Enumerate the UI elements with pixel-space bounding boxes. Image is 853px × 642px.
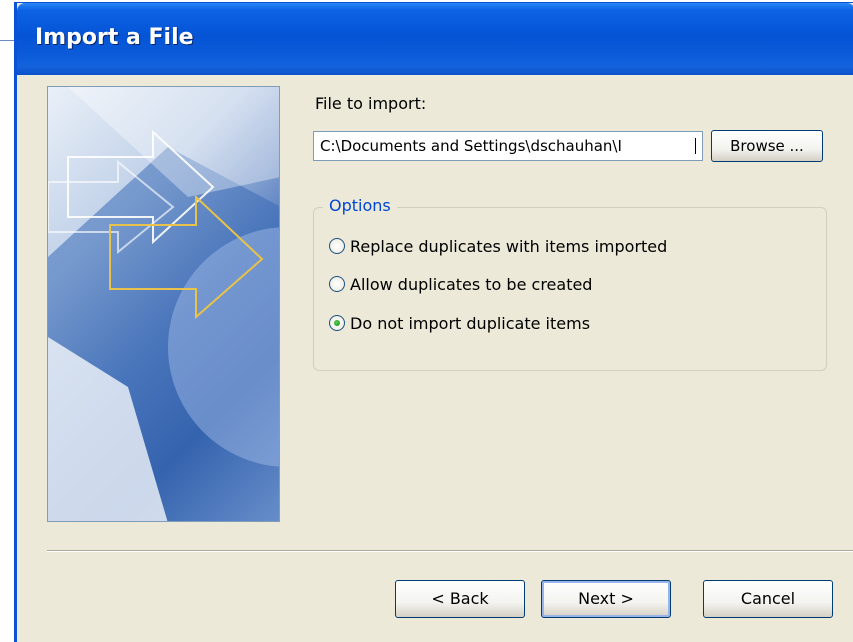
import-file-dialog: Import a File File to import: C:\Documen…: [14, 2, 853, 642]
radio-button-icon[interactable]: [329, 238, 345, 254]
radio-label: Allow duplicates to be created: [350, 274, 593, 294]
radio-button-icon[interactable]: [329, 276, 345, 292]
browse-button[interactable]: Browse ...: [711, 130, 823, 162]
options-legend: Options: [323, 196, 397, 215]
radio-replace-duplicates[interactable]: Replace duplicates with items imported: [329, 233, 667, 259]
file-path-value: C:\Documents and Settings\dschauhan\I: [320, 137, 622, 155]
cancel-button[interactable]: Cancel: [703, 580, 833, 618]
arrow-graphic-icon: [48, 87, 279, 521]
title-bar[interactable]: Import a File: [17, 3, 853, 75]
next-button[interactable]: Next >: [541, 580, 671, 618]
back-button[interactable]: < Back: [395, 580, 525, 618]
file-to-import-label: File to import:: [315, 94, 427, 113]
button-separator: [47, 550, 853, 552]
radio-label: Replace duplicates with items imported: [350, 236, 668, 256]
radio-button-selected-icon[interactable]: [329, 315, 345, 331]
window-title: Import a File: [35, 25, 194, 50]
radio-do-not-import-duplicates[interactable]: Do not import duplicate items: [329, 310, 590, 336]
wizard-banner-image: [47, 86, 280, 522]
text-caret: [695, 138, 696, 154]
file-path-input[interactable]: C:\Documents and Settings\dschauhan\I: [313, 131, 703, 161]
radio-allow-duplicates[interactable]: Allow duplicates to be created: [329, 271, 592, 297]
radio-label: Do not import duplicate items: [350, 313, 591, 333]
